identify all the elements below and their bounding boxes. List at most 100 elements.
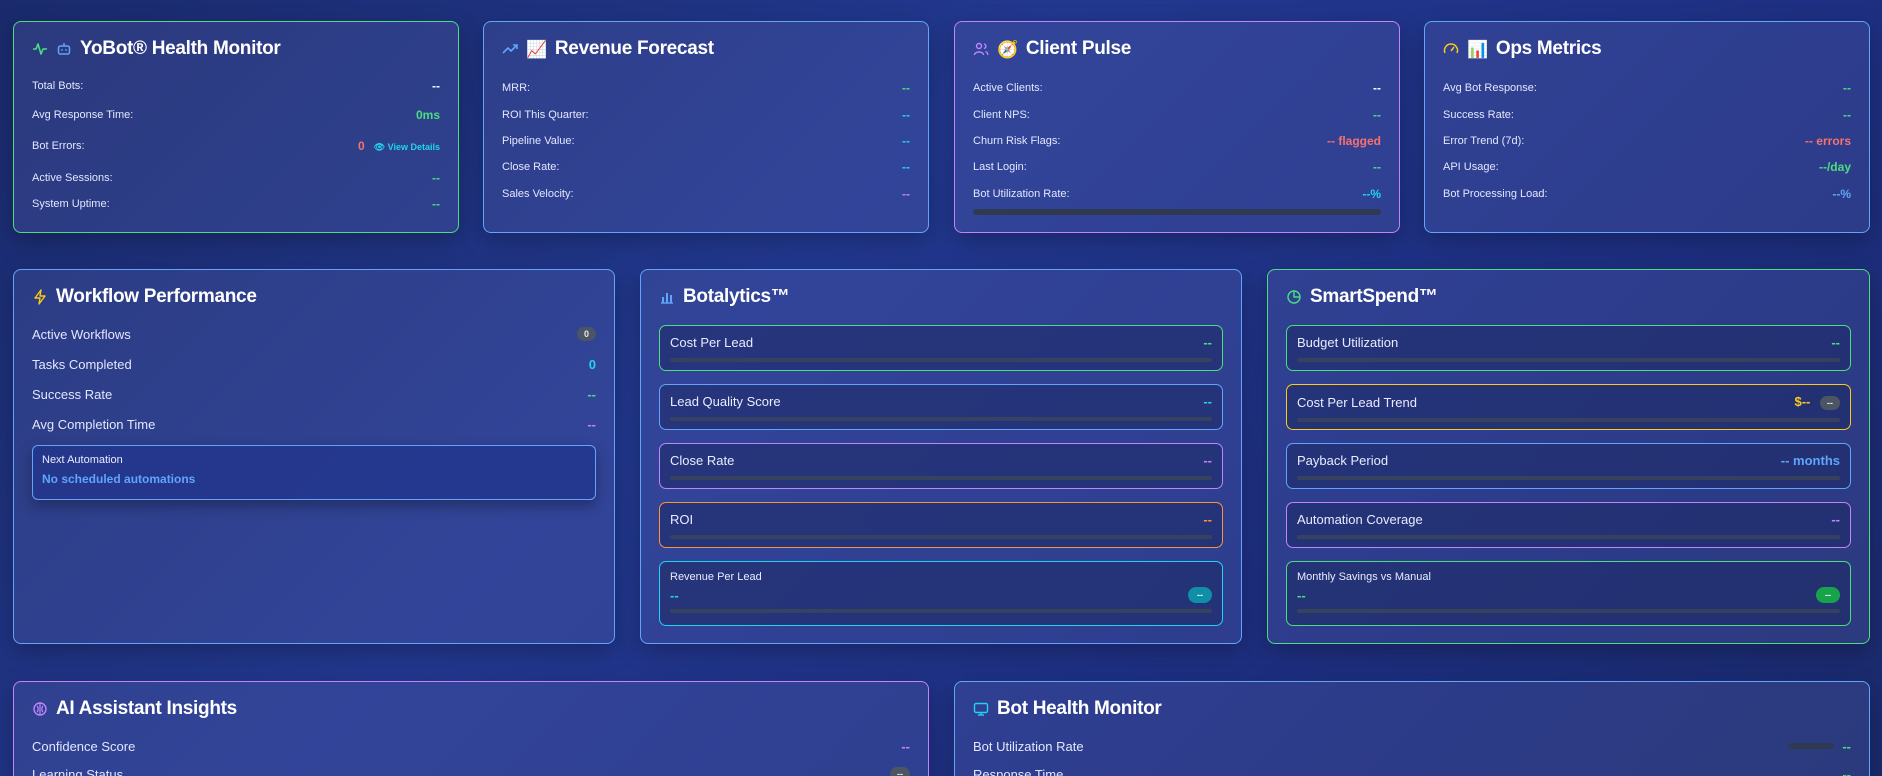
monthly-savings-value: -- (1297, 587, 1306, 603)
last-login-row: Last Login: -- (973, 160, 1381, 174)
workflow-success-rate-value: -- (587, 386, 596, 402)
bot-utilization-value: --% (1362, 187, 1381, 201)
avg-completion-value: -- (587, 416, 596, 432)
health-monitor-title-text: YoBot® Health Monitor (80, 38, 281, 59)
workflow-performance-card: Workflow Performance Active Workflows 0 … (13, 269, 615, 644)
bot-health-title-text: Bot Health Monitor (997, 698, 1162, 719)
view-details-link[interactable]: 👁 View Details (374, 142, 440, 152)
chart-emoji-icon: 📈 (526, 39, 547, 59)
compass-emoji-icon: 🧭 (997, 39, 1018, 59)
cost-per-lead-trend-value: $-- (1794, 394, 1811, 409)
bh-response-time-value: -- (1842, 766, 1851, 776)
botalytics-title: Botalytics™ (659, 286, 1223, 308)
smartspend-title: SmartSpend™ (1286, 286, 1851, 308)
monthly-savings-badge: -- (1816, 587, 1840, 603)
sales-velocity-value: -- (902, 187, 910, 201)
avg-bot-response-row: Avg Bot Response: -- (1443, 81, 1851, 95)
system-uptime-row: System Uptime: -- (32, 197, 440, 211)
bot-utilization-row: Bot Utilization Rate: --% (973, 187, 1381, 201)
mrr-row: MRR: -- (502, 81, 910, 95)
botalytics-close-rate-track (670, 476, 1212, 480)
active-workflows-row: Active Workflows 0 (32, 325, 596, 343)
cost-per-lead-value: -- (1203, 335, 1212, 350)
client-nps-row: Client NPS: -- (973, 108, 1381, 122)
brain-icon (32, 701, 48, 717)
payback-period-metric: Payback Period -- months (1286, 443, 1851, 489)
lead-quality-metric: Lead Quality Score -- (659, 384, 1223, 430)
learning-status-badge: -- (890, 767, 910, 776)
sales-velocity-row: Sales Velocity: -- (502, 187, 910, 201)
users-icon (973, 41, 989, 57)
budget-utilization-track (1297, 358, 1840, 362)
bar-chart-emoji-icon: 📊 (1467, 39, 1488, 59)
tasks-completed-value: 0 (588, 356, 596, 372)
ops-metrics-title-text: Ops Metrics (1495, 38, 1602, 59)
next-automation-value: No scheduled automations (42, 472, 196, 486)
close-rate-value: -- (902, 160, 910, 174)
automation-coverage-metric: Automation Coverage -- (1286, 502, 1851, 548)
cost-per-lead-trend-track (1297, 418, 1840, 422)
roi-quarter-value: -- (902, 108, 910, 122)
botalytics-close-rate-metric: Close Rate -- (659, 443, 1223, 489)
system-uptime-value: -- (432, 197, 440, 211)
botalytics-close-rate-value: -- (1203, 453, 1212, 468)
lead-quality-track (670, 417, 1212, 421)
churn-risk-value: -- flagged (1327, 134, 1381, 148)
workflow-title-text: Workflow Performance (56, 286, 257, 307)
bh-utilization-value: -- (1842, 738, 1851, 754)
client-pulse-title: 🧭 Client Pulse (973, 38, 1381, 60)
processing-load-row: Bot Processing Load: --% (1443, 187, 1851, 201)
budget-utilization-metric: Budget Utilization -- (1286, 325, 1851, 371)
tasks-completed-row: Tasks Completed 0 (32, 356, 596, 372)
ops-metrics-card: 📊 Ops Metrics Avg Bot Response: -- Succe… (1424, 21, 1870, 233)
total-bots-value: -- (432, 79, 440, 93)
bar-chart-icon (659, 289, 675, 305)
avg-response-row: Avg Response Time: 0ms (32, 108, 440, 122)
roi-metric: ROI -- (659, 502, 1223, 548)
pipeline-value: -- (902, 134, 910, 148)
pipeline-value-row: Pipeline Value: -- (502, 134, 910, 148)
client-nps-value: -- (1373, 108, 1381, 122)
smartspend-title-text: SmartSpend™ (1310, 286, 1438, 307)
workflow-title: Workflow Performance (32, 286, 596, 308)
ai-insights-title-text: AI Assistant Insights (56, 698, 237, 719)
ai-insights-card: AI Assistant Insights Confidence Score -… (13, 681, 929, 776)
last-login-value: -- (1373, 160, 1381, 174)
confidence-score-row: Confidence Score -- (32, 738, 910, 754)
bot-icon (56, 41, 72, 57)
roi-track (670, 535, 1212, 539)
bh-response-time-row: Response Time -- (973, 765, 1851, 776)
revenue-per-lead-badge: -- (1188, 587, 1212, 603)
automation-coverage-value: -- (1831, 512, 1840, 527)
avg-completion-row: Avg Completion Time -- (32, 416, 596, 432)
active-sessions-value: -- (432, 171, 440, 185)
active-clients-value: -- (1373, 81, 1381, 95)
cost-per-lead-trend-badge: -- (1820, 396, 1840, 410)
bh-utilization-row: Bot Utilization Rate -- (973, 738, 1851, 754)
client-pulse-title-text: Client Pulse (1025, 38, 1132, 59)
active-clients-row: Active Clients: -- (973, 81, 1381, 95)
revenue-forecast-title-text: Revenue Forecast (554, 38, 714, 59)
bh-utilization-bar (1788, 743, 1835, 749)
client-pulse-card: 🧭 Client Pulse Active Clients: -- Client… (954, 21, 1400, 233)
health-monitor-title: YoBot® Health Monitor (32, 38, 440, 60)
activity-icon (32, 41, 48, 57)
error-trend-value: -- errors (1804, 134, 1851, 148)
budget-utilization-value: -- (1831, 335, 1840, 350)
bot-utilization-progress (973, 209, 1381, 215)
roi-value: -- (1203, 512, 1212, 527)
revenue-forecast-card: 📈 Revenue Forecast MRR: -- ROI This Quar… (483, 21, 929, 233)
pie-chart-icon (1286, 289, 1302, 305)
gauge-icon (1443, 41, 1459, 57)
monitor-icon (973, 701, 989, 717)
workflow-success-rate-row: Success Rate -- (32, 386, 596, 402)
automation-coverage-track (1297, 535, 1840, 539)
revenue-per-lead-track (670, 609, 1212, 613)
active-workflows-badge: 0 (576, 327, 596, 341)
learning-status-row: Learning Status -- (32, 765, 910, 776)
revenue-per-lead-value: -- (670, 587, 679, 603)
smartspend-card: SmartSpend™ Budget Utilization -- Cost Pe… (1267, 269, 1870, 644)
lead-quality-value: -- (1203, 394, 1212, 409)
bot-health-title: Bot Health Monitor (973, 698, 1851, 720)
churn-risk-row: Churn Risk Flags: -- flagged (973, 134, 1381, 148)
